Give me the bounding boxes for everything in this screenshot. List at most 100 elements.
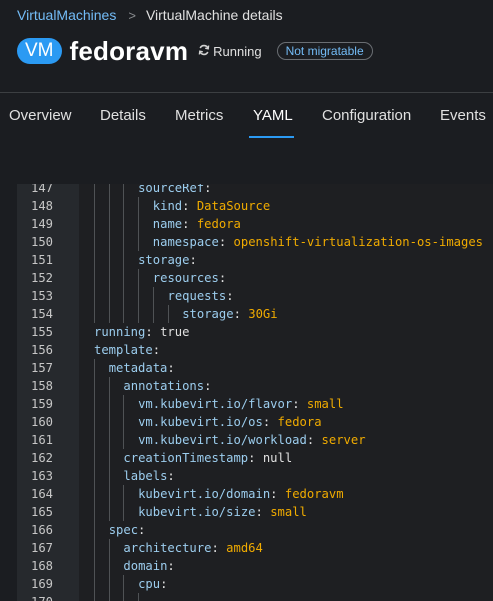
indent-guide: [123, 233, 125, 251]
code-text: kubevirt.io/domain: fedoravm: [138, 487, 344, 501]
code-text: vm.kubevirt.io/os: fedora: [138, 415, 322, 429]
yaml-key: kubevirt.io/size: [138, 505, 256, 519]
code-line: 169 cpu:: [17, 575, 493, 593]
code-text: requests:: [167, 289, 234, 303]
tab-events[interactable]: Events: [440, 107, 486, 124]
line-number: 164: [30, 487, 53, 501]
yaml-value: amd64: [226, 541, 263, 555]
code-text: template:: [94, 343, 161, 357]
code-line: 170: [17, 593, 493, 601]
line-number: 156: [30, 343, 53, 357]
yaml-key: requests: [167, 289, 227, 303]
indent-guide: [94, 557, 95, 575]
code-line: 165 kubevirt.io/size: small: [17, 503, 493, 521]
line-number: 154: [30, 307, 53, 321]
indent-guide: [123, 431, 125, 449]
tab-metrics[interactable]: Metrics: [175, 107, 223, 124]
indent-guide: [108, 593, 110, 601]
code-line: 156 template:: [17, 341, 493, 359]
yaml-value: openshift-virtualization-os-images: [233, 235, 484, 249]
line-number: 157: [30, 361, 53, 375]
code-text: storage:: [138, 253, 197, 267]
yaml-key: vm.kubevirt.io/workload: [138, 433, 307, 447]
indent-guide: [152, 287, 154, 305]
indent-guide: [123, 593, 125, 601]
line-number: 163: [30, 469, 53, 483]
indent-guide: [94, 359, 95, 377]
yaml-key: vm.kubevirt.io/os: [138, 415, 263, 429]
migratable-badge[interactable]: Not migratable: [276, 42, 373, 60]
code-line: 155 running: true: [17, 323, 493, 341]
yaml-key: template: [94, 343, 153, 357]
indent-guide: [94, 395, 95, 413]
sync-icon: [198, 44, 210, 59]
breadcrumb-separator-icon: >: [128, 7, 136, 23]
title-row: VM fedoravm Running Not migratable: [17, 36, 373, 66]
tab-details[interactable]: Details: [100, 107, 146, 124]
line-number: 161: [30, 433, 53, 447]
yaml-value: null: [262, 451, 293, 465]
line-number: 152: [30, 271, 53, 285]
indent-guide: [94, 521, 95, 539]
breadcrumb-virtualmachines-link[interactable]: VirtualMachines: [17, 7, 116, 23]
code-line: 153 requests:: [17, 287, 493, 305]
code-line: 168 domain:: [17, 557, 493, 575]
tab-yaml[interactable]: YAML: [253, 107, 293, 124]
indent-guide: [108, 251, 110, 269]
code-text: architecture: amd64: [123, 541, 263, 555]
code-text: annotations:: [123, 379, 212, 393]
line-number: 149: [30, 217, 53, 231]
yaml-value: small: [306, 397, 344, 411]
code-line: 167 architecture: amd64: [17, 539, 493, 557]
code-text: name: fedora: [152, 217, 241, 231]
code-line: 163 labels:: [17, 467, 493, 485]
yaml-value: small: [270, 505, 307, 519]
line-number: 167: [30, 541, 53, 555]
yaml-key: resources: [152, 271, 219, 285]
yaml-key: name: [152, 217, 183, 231]
indent-guide: [138, 305, 140, 323]
code-line: 160 vm.kubevirt.io/os: fedora: [17, 413, 493, 431]
indent-guide: [152, 305, 154, 323]
yaml-key: storage: [138, 253, 190, 267]
indent-guide: [94, 197, 95, 215]
yaml-key: cpu: [138, 577, 161, 591]
yaml-value: fedora: [196, 217, 241, 231]
code-text: vm.kubevirt.io/workload: server: [138, 433, 366, 447]
line-number: 150: [30, 235, 53, 249]
indent-guide: [108, 557, 110, 575]
indent-guide: [108, 395, 110, 413]
breadcrumb: VirtualMachines > VirtualMachine details: [17, 6, 283, 24]
yaml-key: architecture: [123, 541, 212, 555]
indent-guide: [123, 395, 125, 413]
indent-guide: [167, 305, 169, 323]
yaml-key: annotations: [123, 379, 205, 393]
line-number: 162: [30, 451, 53, 465]
tab-configuration[interactable]: Configuration: [322, 107, 411, 124]
yaml-value: 30Gi: [248, 307, 278, 321]
indent-guide: [108, 269, 110, 287]
indent-guide: [94, 305, 95, 323]
tab-overview[interactable]: Overview: [9, 107, 72, 124]
indent-guide: [123, 305, 125, 323]
code-line: 159 vm.kubevirt.io/flavor: small: [17, 395, 493, 413]
indent-guide: [94, 449, 95, 467]
code-text: cpu:: [138, 577, 168, 591]
indent-guide: [123, 197, 125, 215]
indent-guide: [108, 431, 110, 449]
code-line: 148 kind: DataSource: [17, 197, 493, 215]
code-text: labels:: [123, 469, 175, 483]
yaml-editor[interactable]: 147 sourceRef: 148 kind: DataSource 149 name:…: [17, 184, 493, 601]
status-label: Running: [213, 43, 262, 59]
indent-guide: [94, 377, 95, 395]
yaml-value: fedora: [277, 415, 322, 429]
indent-guide: [94, 593, 95, 601]
line-number: 147: [30, 184, 53, 195]
code-text: sourceRef:: [138, 184, 211, 197]
yaml-key: running: [94, 325, 146, 339]
yaml-key: domain: [123, 559, 168, 573]
yaml-key: storage: [182, 307, 234, 321]
editor-toolbar-area: [0, 138, 493, 184]
yaml-value: fedoravm: [284, 487, 344, 501]
indent-guide: [94, 485, 95, 503]
